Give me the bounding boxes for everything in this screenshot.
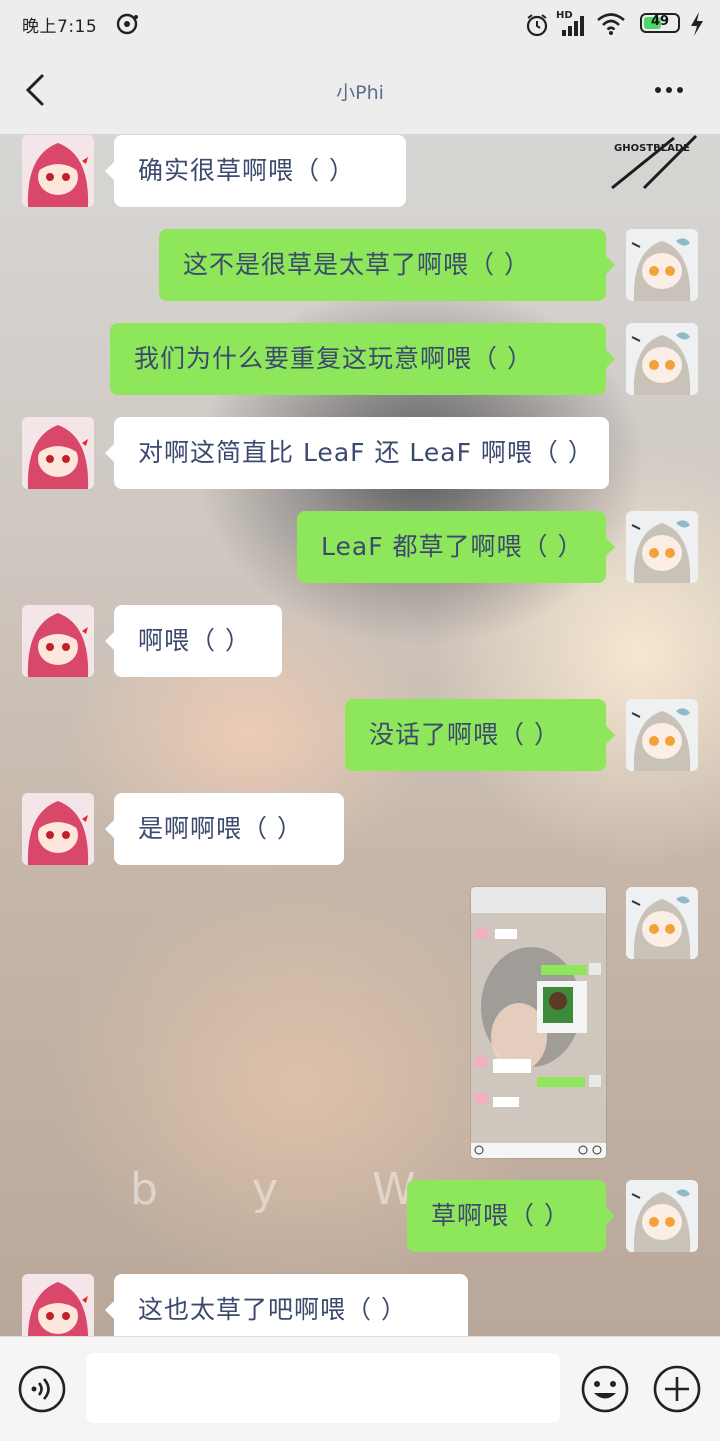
avatar-self[interactable] xyxy=(626,887,698,959)
status-time: 晚上7:15 xyxy=(22,17,98,37)
avatar-self[interactable] xyxy=(626,323,698,395)
avatar-contact[interactable] xyxy=(22,417,94,489)
avatar-contact[interactable] xyxy=(22,793,94,865)
chat-header: 小Phi xyxy=(0,48,720,134)
avatar-self[interactable] xyxy=(626,229,698,301)
input-bar xyxy=(0,1336,720,1441)
signal-icon xyxy=(560,16,586,40)
message-bubble-incoming[interactable]: 确实很草啊喂（ ） xyxy=(105,135,406,207)
self-avatar-icon xyxy=(626,887,698,959)
top-bar: 晚上7:15 HD 49 小Phi xyxy=(0,0,720,134)
contact-avatar-icon xyxy=(22,135,94,207)
avatar-contact[interactable] xyxy=(22,135,94,207)
message-bubble-incoming[interactable]: 对啊这简直比 LeaF 还 LeaF 啊喂（ ） xyxy=(105,417,609,489)
voice-button[interactable] xyxy=(17,1364,67,1414)
contact-avatar-icon xyxy=(22,793,94,865)
image-message[interactable] xyxy=(471,887,606,1158)
avatar-contact[interactable] xyxy=(22,1274,94,1336)
self-avatar-icon xyxy=(626,699,698,771)
plus-button[interactable] xyxy=(652,1364,702,1414)
avatar-self[interactable] xyxy=(626,511,698,583)
background-logo-text: GHOSTBLADE xyxy=(614,143,690,154)
record-icon xyxy=(116,12,140,40)
self-avatar-icon xyxy=(626,323,698,395)
contact-avatar-icon xyxy=(22,605,94,677)
self-avatar-icon xyxy=(626,229,698,301)
battery-icon: 49 xyxy=(640,13,680,33)
message-bubble-incoming[interactable]: 是啊啊喂（ ） xyxy=(105,793,344,865)
plus-icon xyxy=(653,1365,701,1413)
voice-icon xyxy=(18,1365,66,1413)
message-bubble-outgoing[interactable]: 我们为什么要重复这玩意啊喂（ ） xyxy=(110,323,615,395)
self-avatar-icon xyxy=(626,511,698,583)
contact-avatar-icon xyxy=(22,1274,94,1336)
message-bubble-outgoing[interactable]: 草啊喂（ ） xyxy=(407,1180,615,1252)
chat-title: 小Phi xyxy=(336,82,384,104)
contact-avatar-icon xyxy=(22,417,94,489)
emoji-icon xyxy=(581,1365,629,1413)
screenshot-thumbnail xyxy=(471,887,606,1158)
battery-percent: 49 xyxy=(650,14,670,29)
message-bubble-incoming[interactable]: 啊喂（ ） xyxy=(105,605,282,677)
message-bubble-incoming[interactable]: 这也太草了吧啊喂（ ） xyxy=(105,1274,468,1336)
chat-area[interactable]: GHOSTBLADE b y W 确实很草啊喂（ ） 这不是很草是太草了啊喂（ … xyxy=(0,134,720,1336)
message-bubble-outgoing[interactable]: LeaF 都草了啊喂（ ） xyxy=(297,511,615,583)
more-dots-icon xyxy=(655,87,683,93)
emoji-button[interactable] xyxy=(580,1364,630,1414)
charging-icon xyxy=(690,12,704,40)
status-bar: 晚上7:15 HD 49 xyxy=(0,0,720,48)
message-bubble-outgoing[interactable]: 没话了啊喂（ ） xyxy=(345,699,615,771)
wifi-icon xyxy=(596,12,626,40)
message-bubble-outgoing[interactable]: 这不是很草是太草了啊喂（ ） xyxy=(159,229,615,301)
avatar-self[interactable] xyxy=(626,1180,698,1252)
self-avatar-icon xyxy=(626,1180,698,1252)
message-input[interactable] xyxy=(86,1353,560,1423)
avatar-self[interactable] xyxy=(626,699,698,771)
background-logo: GHOSTBLADE xyxy=(604,134,704,190)
more-button[interactable] xyxy=(650,78,690,102)
avatar-contact[interactable] xyxy=(22,605,94,677)
alarm-icon xyxy=(524,12,550,42)
